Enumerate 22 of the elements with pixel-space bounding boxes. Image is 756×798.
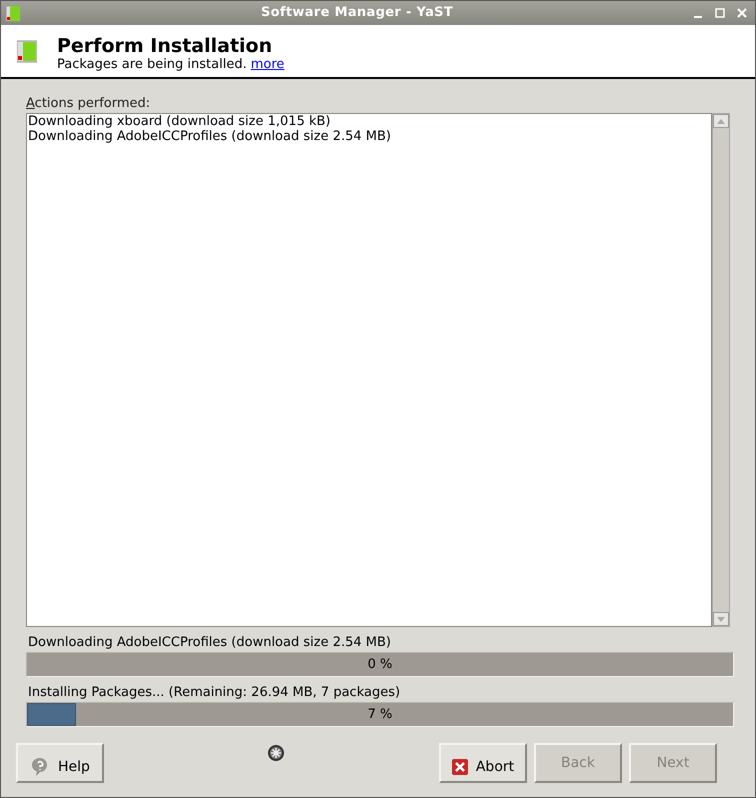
progress-reading: 0 % bbox=[366, 656, 394, 674]
help-button[interactable]: Help bbox=[16, 743, 104, 783]
close-icon[interactable] bbox=[737, 8, 747, 18]
close-icon bbox=[452, 759, 468, 775]
progress-reading: 7 % bbox=[366, 706, 394, 724]
progress-label: Downloading AdobeICCProfiles (download size 2.54 MB) bbox=[27, 634, 392, 651]
maximize-icon[interactable] bbox=[715, 8, 725, 18]
down-arrow-icon[interactable] bbox=[717, 616, 725, 622]
window-title: Software Manager - YaST bbox=[260, 4, 454, 22]
up-arrow-icon[interactable] bbox=[717, 118, 725, 124]
busy-indicator-icon bbox=[266, 744, 284, 762]
app-icon bbox=[5, 4, 21, 22]
more-link[interactable]: more bbox=[250, 57, 284, 73]
scrollbar[interactable] bbox=[712, 113, 730, 627]
progress-label: Installing Packages... (Remaining: 26.94 MB, 7 packages) bbox=[27, 684, 402, 701]
log-line: Downloading AdobeICCProfiles (download size 2.54 MB) bbox=[28, 129, 392, 144]
log-label: Actions performed: bbox=[26, 95, 152, 113]
abort-button[interactable]: Abort bbox=[439, 743, 527, 783]
page-subtitle: Packages are being installed. bbox=[57, 57, 247, 73]
page-title: Perform Installation bbox=[57, 35, 274, 57]
log-line: Downloading xboard (download size 1,015 kB) bbox=[28, 114, 332, 129]
package-icon bbox=[17, 39, 37, 63]
